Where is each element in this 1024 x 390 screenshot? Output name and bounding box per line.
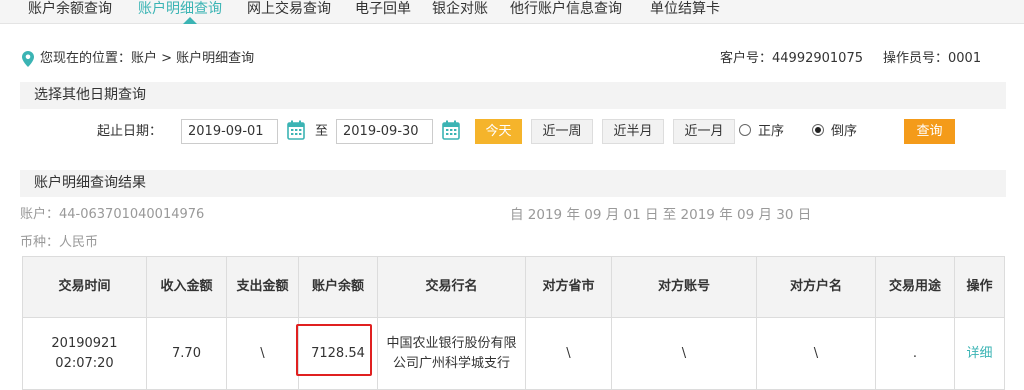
cell-purpose: . <box>875 317 955 390</box>
header-income: 收入金额 <box>146 256 227 318</box>
header-bank-name: 交易行名 <box>377 256 526 318</box>
header-trade-time: 交易时间 <box>22 256 147 318</box>
tab-other-bank-query[interactable]: 他行账户信息查询 <box>510 0 622 18</box>
tab-account-detail[interactable]: 账户明细查询 <box>138 0 222 18</box>
operator-number: 操作员号：0001 <box>883 51 982 66</box>
trade-time: 02:07:20 <box>55 355 114 371</box>
breadcrumb: 您现在的位置：账户 > 账户明细查询 <box>22 50 254 68</box>
end-date-input[interactable] <box>336 119 433 144</box>
desc-order-radio[interactable] <box>812 124 824 136</box>
today-button[interactable]: 今天 <box>475 119 522 144</box>
cell-trade-time: 20190921 02:07:20 <box>22 317 147 390</box>
tab-bank-reconcile[interactable]: 银企对账 <box>432 0 488 18</box>
cell-income: 7.70 <box>146 317 227 390</box>
asc-order-radio[interactable] <box>739 124 751 136</box>
account-number: 账户：44-063701040014976 <box>20 207 205 222</box>
cell-counterparty-name: \ <box>756 317 876 390</box>
query-button[interactable]: 查询 <box>904 119 955 144</box>
trade-date: 20190921 <box>51 335 118 351</box>
tab-account-balance[interactable]: 账户余额查询 <box>28 0 112 18</box>
header-expense: 支出金额 <box>226 256 299 318</box>
cell-balance: 7128.54 <box>298 317 378 390</box>
detail-link[interactable]: 详细 <box>966 346 992 361</box>
map-pin-icon <box>22 51 34 67</box>
table-row: 20190921 02:07:20 7.70 \ 7128.54 中国农业银行股… <box>22 317 1005 390</box>
cell-expense: \ <box>226 317 299 390</box>
active-tab-indicator <box>183 17 197 24</box>
header-counterparty-account: 对方账号 <box>611 256 757 318</box>
desc-order-label: 倒序 <box>831 124 858 139</box>
date-range-label: 起止日期： <box>97 124 163 139</box>
tab-online-transaction[interactable]: 网上交易查询 <box>247 0 331 18</box>
start-date-input[interactable] <box>181 119 278 144</box>
header-balance: 账户余额 <box>298 256 378 318</box>
asc-order-label: 正序 <box>758 124 785 139</box>
table-header-row: 交易时间 收入金额 支出金额 账户余额 交易行名 对方省市 对方账号 对方户名 … <box>22 256 1005 318</box>
calendar-icon[interactable] <box>442 120 460 140</box>
transaction-table: 交易时间 收入金额 支出金额 账户余额 交易行名 对方省市 对方账号 对方户名 … <box>22 256 1005 390</box>
currency: 币种：人民币 <box>20 235 99 250</box>
section-query-result: 账户明细查询结果 <box>20 170 1006 197</box>
top-nav: 账户余额查询 账户明细查询 网上交易查询 电子回单 银企对账 他行账户信息查询 … <box>0 0 1024 24</box>
to-label: 至 <box>315 124 329 139</box>
date-range-text: 自 2019 年 09 月 01 日 至 2019 年 09 月 30 日 <box>510 207 812 223</box>
section-date-query: 选择其他日期查询 <box>20 82 1006 109</box>
calendar-icon[interactable] <box>287 120 305 140</box>
customer-number: 客户号：44992901075 <box>720 51 863 66</box>
header-action: 操作 <box>954 256 1005 318</box>
header-province: 对方省市 <box>525 256 612 318</box>
last-month-button[interactable]: 近一月 <box>673 119 735 144</box>
cell-bank-name: 中国农业银行股份有限公司广州科学城支行 <box>377 317 526 390</box>
breadcrumb-text: 您现在的位置：账户 > 账户明细查询 <box>40 51 255 66</box>
tab-settlement-card[interactable]: 单位结算卡 <box>650 0 720 18</box>
header-purpose: 交易用途 <box>875 256 955 318</box>
last-week-button[interactable]: 近一周 <box>531 119 593 144</box>
tab-e-receipt[interactable]: 电子回单 <box>355 0 411 18</box>
last-half-month-button[interactable]: 近半月 <box>602 119 664 144</box>
cell-province: \ <box>525 317 612 390</box>
cell-counterparty-account: \ <box>611 317 757 390</box>
header-counterparty-name: 对方户名 <box>756 256 876 318</box>
cell-action: 详细 <box>954 317 1005 390</box>
